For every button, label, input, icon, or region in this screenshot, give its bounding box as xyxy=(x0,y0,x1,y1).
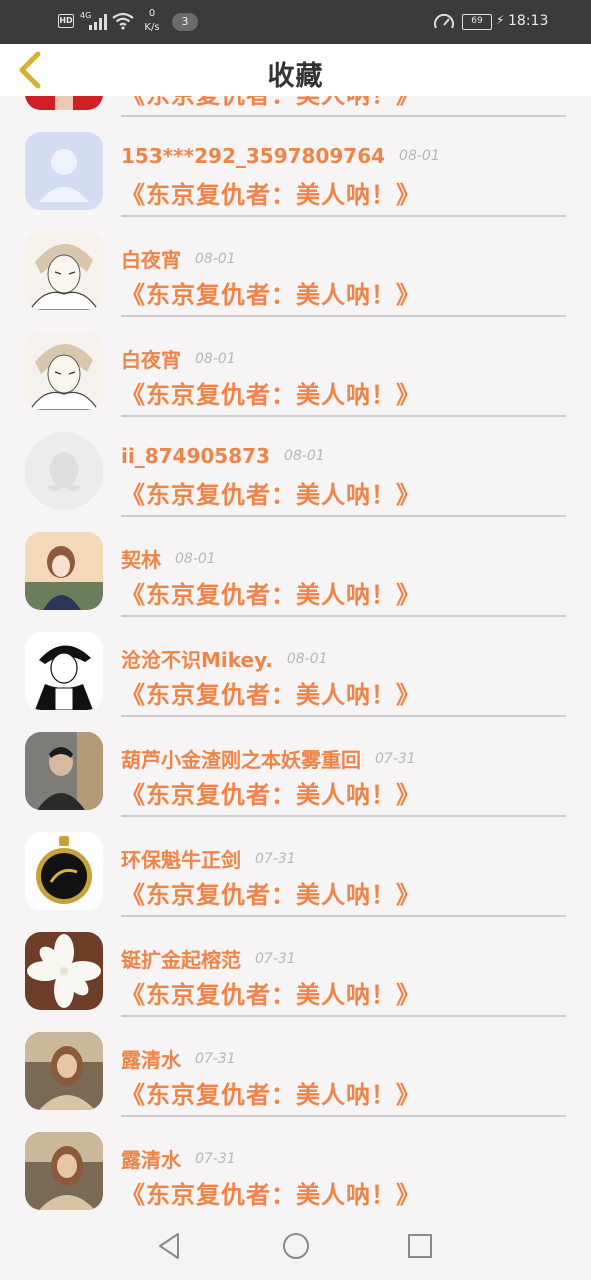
network-speed: 0 K/s xyxy=(144,8,160,33)
list-item[interactable]: 露清水 07-31 《东京复仇者：美人呐！》 xyxy=(0,1032,591,1132)
user-name[interactable]: 白夜宵 xyxy=(121,248,181,272)
user-avatar[interactable] xyxy=(25,432,103,510)
divider xyxy=(121,715,566,717)
list-item[interactable]: 露清水 07-31 《东京复仇者：美人呐！》 xyxy=(0,1132,591,1212)
photo-girl-avatar-icon xyxy=(25,1032,103,1110)
white-flower-avatar-icon xyxy=(25,932,103,1010)
post-date: 07-31 xyxy=(195,1050,236,1067)
user-avatar[interactable] xyxy=(25,732,103,810)
post-date: 07-31 xyxy=(255,950,296,967)
favorites-list: 《东京复仇者：美人呐！》 153***292_3597809764 08-01 《… xyxy=(0,96,591,1212)
user-avatar[interactable] xyxy=(25,532,103,610)
manga-boy-avatar-icon xyxy=(25,632,103,710)
post-date: 08-01 xyxy=(283,448,325,464)
gold-watch-avatar-icon xyxy=(25,832,103,910)
battery-icon: 69 xyxy=(462,14,492,30)
divider xyxy=(121,215,566,217)
list-item[interactable]: 白夜宵 08-01 《东京复仇者：美人呐！》 xyxy=(0,332,591,432)
page-title: 收藏 xyxy=(267,61,324,92)
work-title[interactable]: 《东京复仇者：美人呐！》 xyxy=(121,675,421,710)
partial-red-avatar-icon xyxy=(25,96,103,110)
photo-girl-avatar-icon xyxy=(25,1132,103,1210)
list-item[interactable]: 沧沧不识Mikey. 08-01 《东京复仇者：美人呐！》 xyxy=(0,632,591,732)
post-date: 07-31 xyxy=(255,850,296,867)
charging-icon: ⚡ xyxy=(496,13,505,27)
list-item[interactable]: 环保魁牛正剑 07-31 《东京复仇者：美人呐！》 xyxy=(0,832,591,932)
work-title[interactable]: 《东京复仇者：美人呐！》 xyxy=(121,975,421,1010)
divider xyxy=(121,315,566,317)
post-date: 07-31 xyxy=(195,1150,236,1167)
divider xyxy=(121,515,566,517)
list-item[interactable]: 葫芦小金渣刚之本妖雾重回 07-31 《东京复仇者：美人呐！》 xyxy=(0,732,591,832)
photo-boy-avatar-icon xyxy=(25,732,103,810)
nav-back-icon[interactable] xyxy=(154,1230,186,1262)
work-title[interactable]: 《东京复仇者：美人呐！》 xyxy=(121,1175,421,1210)
divider xyxy=(121,115,566,117)
work-title[interactable]: 《东京复仇者：美人呐！》 xyxy=(121,875,421,910)
signal-icon xyxy=(89,14,107,30)
status-bar: HD 4G 0 K/s 3 69 ⚡ 18:13 xyxy=(0,0,591,44)
header-bar: 收藏 xyxy=(0,44,591,96)
work-title[interactable]: 《东京复仇者：美人呐！》 xyxy=(121,275,421,310)
user-name[interactable]: 铤扩金起榕范 xyxy=(121,948,241,972)
user-avatar[interactable] xyxy=(25,132,103,210)
wifi-icon xyxy=(112,12,134,30)
list-item[interactable]: 白夜宵 08-01 《东京复仇者：美人呐！》 xyxy=(0,232,591,332)
user-name[interactable]: 契林 xyxy=(121,548,161,572)
divider xyxy=(121,815,566,817)
user-avatar[interactable] xyxy=(25,332,103,410)
nav-home-icon[interactable] xyxy=(280,1230,312,1262)
divider xyxy=(121,1115,566,1117)
user-avatar[interactable] xyxy=(25,632,103,710)
post-date: 08-01 xyxy=(399,148,440,164)
notification-count-badge: 3 xyxy=(172,13,198,31)
divider xyxy=(121,615,566,617)
post-date: 08-01 xyxy=(195,350,236,367)
work-title[interactable]: 《东京复仇者：美人呐！》 xyxy=(121,96,421,110)
default-penguin-avatar-icon xyxy=(25,432,103,510)
divider xyxy=(121,915,566,917)
clock: 18:13 xyxy=(508,13,549,29)
work-title[interactable]: 《东京复仇者：美人呐！》 xyxy=(121,175,421,210)
nav-recents-icon[interactable] xyxy=(404,1230,436,1262)
list-item[interactable]: 契林 08-01 《东京复仇者：美人呐！》 xyxy=(0,532,591,632)
hd-voice-icon: HD xyxy=(58,14,74,28)
post-date: 07-31 xyxy=(375,750,416,767)
list-item[interactable]: 铤扩金起榕范 07-31 《东京复仇者：美人呐！》 xyxy=(0,932,591,1032)
work-title[interactable]: 《东京复仇者：美人呐！》 xyxy=(121,375,421,410)
user-name[interactable]: 葫芦小金渣刚之本妖雾重回 xyxy=(121,748,361,772)
user-name[interactable]: 沧沧不识Mikey. xyxy=(121,648,273,672)
user-name[interactable]: 153***292_3597809764 xyxy=(121,144,385,168)
user-name[interactable]: 环保魁牛正剑 xyxy=(121,848,241,872)
user-avatar[interactable] xyxy=(25,96,103,110)
user-name[interactable]: 露清水 xyxy=(121,1148,181,1172)
work-title[interactable]: 《东京复仇者：美人呐！》 xyxy=(121,1075,421,1110)
post-date: 08-01 xyxy=(175,550,216,567)
work-title[interactable]: 《东京复仇者：美人呐！》 xyxy=(121,575,421,610)
post-date: 08-01 xyxy=(286,650,328,667)
list-item[interactable]: 153***292_3597809764 08-01 《东京复仇者：美人呐！》 xyxy=(0,132,591,232)
work-title[interactable]: 《东京复仇者：美人呐！》 xyxy=(121,475,421,510)
user-name[interactable]: 白夜宵 xyxy=(121,348,181,372)
system-nav-bar xyxy=(0,1212,591,1280)
anime-sketch-avatar-icon xyxy=(25,232,103,310)
user-avatar[interactable] xyxy=(25,1132,103,1210)
anime-sketch-avatar-icon xyxy=(25,332,103,410)
divider xyxy=(121,1015,566,1017)
list-item[interactable]: ii_874905873 08-01 《东京复仇者：美人呐！》 xyxy=(0,432,591,532)
anime-girl-avatar-icon xyxy=(25,532,103,610)
work-title[interactable]: 《东京复仇者：美人呐！》 xyxy=(121,775,421,810)
speed-gauge-icon xyxy=(434,13,454,29)
user-avatar[interactable] xyxy=(25,1032,103,1110)
user-name[interactable]: 露清水 xyxy=(121,1048,181,1072)
user-avatar[interactable] xyxy=(25,832,103,910)
user-name[interactable]: ii_874905873 xyxy=(121,444,270,468)
user-avatar[interactable] xyxy=(25,932,103,1010)
post-date: 08-01 xyxy=(195,250,236,267)
list-item[interactable]: 《东京复仇者：美人呐！》 xyxy=(0,96,591,132)
user-avatar[interactable] xyxy=(25,232,103,310)
default-person-avatar-icon xyxy=(25,132,103,210)
divider xyxy=(121,415,566,417)
